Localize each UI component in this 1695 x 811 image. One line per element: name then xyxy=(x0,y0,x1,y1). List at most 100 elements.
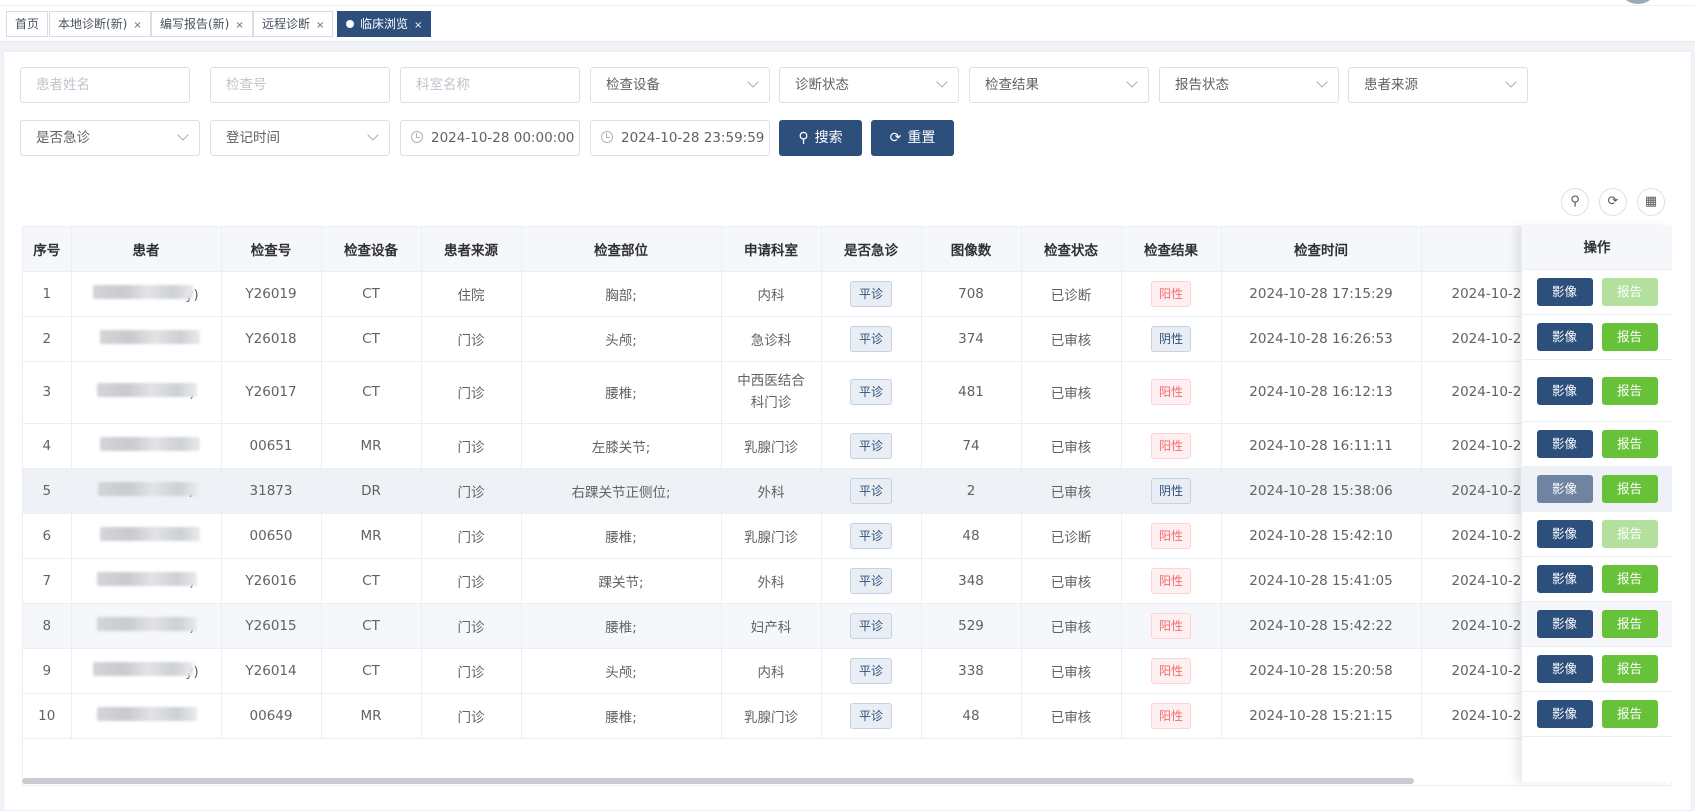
view-image-button[interactable]: 影像 xyxy=(1536,430,1593,458)
view-image-button[interactable]: 影像 xyxy=(1536,323,1593,351)
table-row[interactable]: 6 00650 MR 门诊 腰椎; 乳腺门诊 平诊 48 已诊断 阳性 2024-10-28 15:… xyxy=(23,513,1671,559)
view-image-button[interactable]: 影像 xyxy=(1536,655,1593,683)
emergency-value: 是否急诊 xyxy=(36,130,90,146)
view-image-button[interactable]: 影像 xyxy=(1536,376,1593,405)
close-icon[interactable]: × xyxy=(235,20,243,31)
view-report-button[interactable]: 报告 xyxy=(1601,323,1658,351)
reset-button[interactable]: ⟳ 重置 xyxy=(871,120,954,156)
reg-time-select[interactable]: 登记时间 xyxy=(210,120,390,156)
refresh-table-button[interactable]: ⟳ xyxy=(1599,188,1627,216)
dept-cell: 外科 xyxy=(721,558,822,604)
result-tag: 阳性 xyxy=(1150,522,1191,549)
diag-status-select[interactable]: 诊断状态 xyxy=(779,67,959,103)
result-tag: 阳性 xyxy=(1150,567,1191,594)
device-select[interactable]: 检查设备 xyxy=(590,67,770,103)
column-header[interactable]: 是否急诊 xyxy=(821,227,922,272)
report-status-select[interactable]: 报告状态 xyxy=(1159,67,1339,103)
action-row: 影像 报告 xyxy=(1522,647,1672,692)
action-row: 影像 报告 xyxy=(1522,467,1672,512)
column-header[interactable]: 患者 xyxy=(71,227,222,272)
chevron-down-icon xyxy=(1505,76,1517,88)
tab-home[interactable]: 首页 xyxy=(6,11,49,37)
action-row: 影像 报告 xyxy=(1522,602,1672,647)
tab-clinical-browse[interactable]: 临床浏览 × xyxy=(337,11,432,37)
no-cell: 10 xyxy=(23,693,72,739)
active-dot-icon xyxy=(346,20,354,28)
view-image-button[interactable]: 影像 xyxy=(1536,565,1593,593)
search-button[interactable]: ⚲ 搜索 xyxy=(779,120,862,156)
horizontal-scrollbar[interactable] xyxy=(22,778,1414,784)
start-time-value: 2024-10-28 00:00:00 xyxy=(431,130,575,146)
tab-remote-diagnosis[interactable]: 远程诊断 × xyxy=(253,11,334,37)
device-cell: CT xyxy=(321,603,422,649)
view-report-button[interactable]: 报告 xyxy=(1601,565,1658,593)
table-body: 1ÿ)Y26019CT住院胸部;内科平诊708已诊断阳性2024-10-28 1… xyxy=(23,271,1671,739)
table-row[interactable]: 10›00649MR门诊腰椎;乳腺门诊平诊 48已审核 阳性 2024-10-28 1… xyxy=(23,693,1671,739)
column-header[interactable]: 检查部位 xyxy=(521,227,722,272)
dept-cell: 外科 xyxy=(721,468,822,514)
table-row[interactable]: 5/31873DR门诊右踝关节正侧位;外科平诊 2已审核 阴性 2024-10-28 … xyxy=(23,468,1671,514)
table-row[interactable]: 9ÿ)Y26014CT门诊头颅;内科平诊 338已审核 阳性 2024-10-28 1… xyxy=(23,648,1671,694)
column-header[interactable]: 患者来源 xyxy=(421,227,522,272)
tab-write-report[interactable]: 编写报告(新) × xyxy=(151,11,253,37)
column-header[interactable]: 检查号 xyxy=(221,227,322,272)
toggle-search-button[interactable]: ⚲ xyxy=(1561,188,1589,216)
table-row[interactable]: 3)Y26017CT门诊腰椎;中西医结合科门诊 平诊 481已审核 阳性 2024-10… xyxy=(23,361,1671,424)
status-cell: 已审核 xyxy=(1021,693,1122,739)
column-header[interactable]: 检查时间 xyxy=(1221,227,1422,272)
time-cell: 2024-10-28 16:11:11 xyxy=(1221,423,1422,469)
images-cell: 529 xyxy=(921,603,1022,649)
table-row[interactable]: 8)Y26015CT门诊腰椎;妇产科平诊 529已审核 阳性 2024-10-28 1… xyxy=(23,603,1671,649)
column-header[interactable]: 序号 xyxy=(23,227,72,272)
close-icon[interactable]: × xyxy=(133,20,141,31)
reset-button-label: 重置 xyxy=(907,130,936,146)
view-report-button[interactable]: 报告 xyxy=(1601,655,1658,683)
column-header[interactable]: 检查结果 xyxy=(1121,227,1222,272)
part-cell: 头颅; xyxy=(521,316,722,362)
dept-name-input[interactable]: 科室名称 xyxy=(400,67,580,103)
view-report-button[interactable]: 报告 xyxy=(1601,610,1658,638)
view-report-button[interactable]: 报告 xyxy=(1601,430,1658,458)
view-report-button[interactable]: 报告 xyxy=(1601,700,1658,728)
close-icon[interactable]: × xyxy=(316,20,324,31)
table-row[interactable]: 1ÿ)Y26019CT住院胸部;内科平诊 708已诊断 阳性 2024-10-28 1… xyxy=(23,271,1671,317)
column-header[interactable]: 检查状态 xyxy=(1021,227,1122,272)
device-select-value: 检查设备 xyxy=(606,77,660,93)
patient-name-input[interactable]: 患者姓名 xyxy=(20,67,190,103)
view-image-button[interactable]: 影像 xyxy=(1536,475,1593,503)
view-report-button[interactable]: 报告 xyxy=(1601,475,1658,503)
tab-local-diagnosis[interactable]: 本地诊断(新) × xyxy=(49,11,151,37)
close-icon[interactable]: × xyxy=(414,20,422,31)
view-image-button[interactable]: 影像 xyxy=(1536,278,1593,306)
view-report-button[interactable]: 报告 xyxy=(1601,376,1658,405)
view-image-button[interactable]: 影像 xyxy=(1536,520,1593,548)
view-report-button[interactable]: 报告 xyxy=(1601,278,1658,306)
patient-source-select[interactable]: 患者来源 xyxy=(1348,67,1528,103)
emergency-tag: 平诊 xyxy=(849,280,892,307)
view-report-button[interactable]: 报告 xyxy=(1601,520,1658,548)
status-cell: 已诊断 xyxy=(1021,271,1122,317)
source-cell: 门诊 xyxy=(421,603,522,649)
exam-no-cell: Y26018 xyxy=(221,316,322,362)
report-status-value: 报告状态 xyxy=(1175,77,1229,93)
start-time-picker[interactable]: 2024-10-28 00:00:00 xyxy=(400,120,580,156)
column-header[interactable]: 图像数 xyxy=(921,227,1022,272)
table-row[interactable]: 2 Y26018 CT 门诊 头颅; 急诊科 平诊 374 已审核 阴性 2024-10-28 16… xyxy=(23,316,1671,362)
exam-no-input[interactable]: 检查号 xyxy=(210,67,390,103)
column-settings-button[interactable]: ▦ xyxy=(1637,188,1665,216)
table-row[interactable]: 7)Y26016CT门诊踝关节;外科平诊 348已审核 阳性 2024-10-28 1… xyxy=(23,558,1671,604)
emergency-select[interactable]: 是否急诊 xyxy=(20,120,200,156)
tab-label: 临床浏览 xyxy=(360,17,409,31)
action-row: 影像 报告 xyxy=(1522,512,1672,557)
device-cell: CT xyxy=(321,271,422,317)
column-header[interactable]: 申请科室 xyxy=(721,227,822,272)
view-image-button[interactable]: 影像 xyxy=(1536,610,1593,638)
column-header[interactable]: 检查设备 xyxy=(321,227,422,272)
patient-cell: ) xyxy=(71,558,222,604)
end-time-picker[interactable]: 2024-10-28 23:59:59 xyxy=(590,120,770,156)
table-row[interactable]: 4 00651 MR 门诊 左膝关节; 乳腺门诊 平诊 74 已审核 阳性 2024-10-28 1… xyxy=(23,423,1671,469)
view-image-button[interactable]: 影像 xyxy=(1536,700,1593,728)
clock-icon xyxy=(411,131,423,143)
no-cell: 1 xyxy=(23,271,72,317)
exam-result-select[interactable]: 检查结果 xyxy=(969,67,1149,103)
